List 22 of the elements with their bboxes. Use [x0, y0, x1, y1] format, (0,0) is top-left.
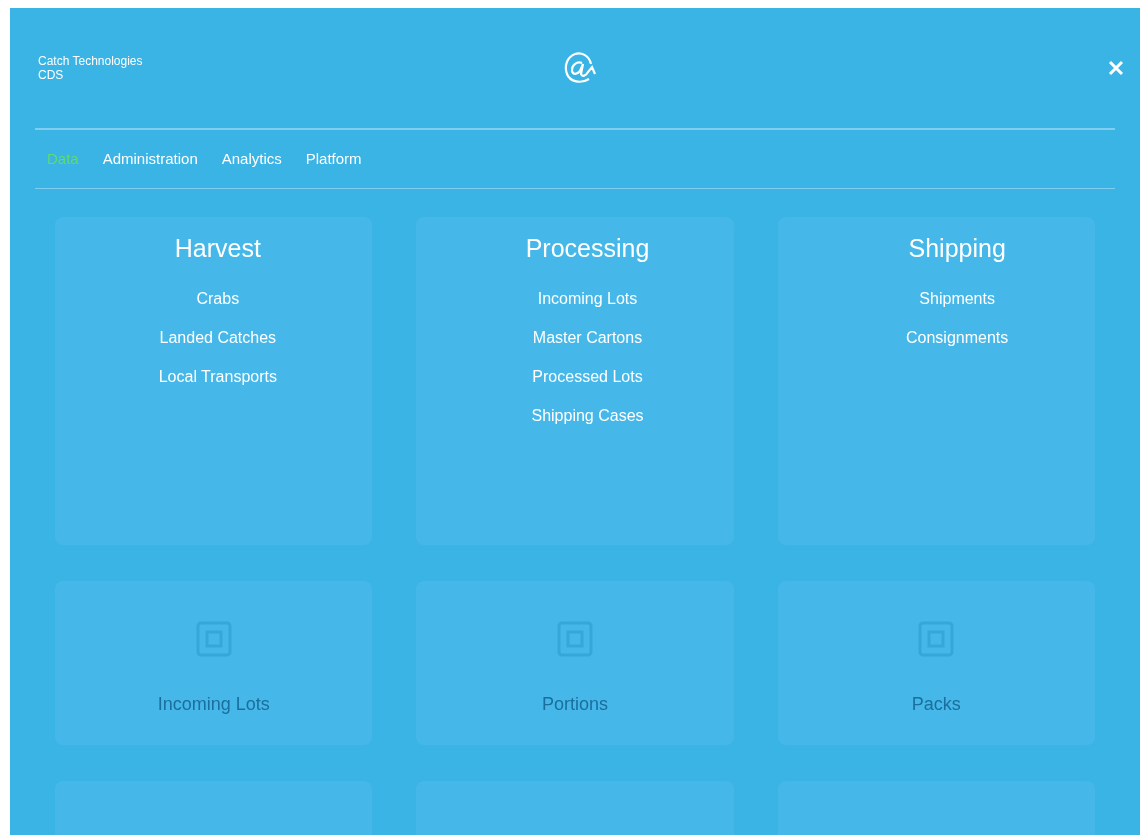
menu-section-title: Shipping [908, 233, 1006, 264]
nav-tab[interactable]: Analytics [221, 147, 282, 171]
menu-link[interactable]: Shipping Cases [531, 406, 644, 426]
card-title: Incoming Lots [157, 693, 270, 716]
menu-link[interactable]: Processed Lots [532, 367, 643, 387]
menu-link[interactable]: Crabs [196, 289, 240, 309]
card-title: Packs [911, 693, 961, 716]
product-name: CDS [38, 68, 65, 82]
nav-tab[interactable]: Platform [305, 147, 362, 171]
menu-link[interactable]: Landed Catches [159, 328, 277, 348]
menu-section-title: Harvest [174, 233, 261, 264]
menu-link[interactable]: Shipments [919, 289, 995, 309]
menu-link[interactable]: Local Transports [158, 367, 277, 387]
nav-tab[interactable]: Administration [102, 147, 198, 171]
close-icon [1108, 60, 1124, 76]
menu-section-title: Processing [525, 233, 650, 264]
nav-tab[interactable]: Data [47, 147, 79, 171]
menu-link[interactable]: Incoming Lots [537, 289, 638, 309]
menu-link[interactable]: Master Cartons [532, 328, 643, 348]
company-name: Catch Technologies [38, 54, 144, 68]
menu-link[interactable]: Consignments [906, 328, 1009, 348]
card-title: Portions [541, 693, 608, 716]
